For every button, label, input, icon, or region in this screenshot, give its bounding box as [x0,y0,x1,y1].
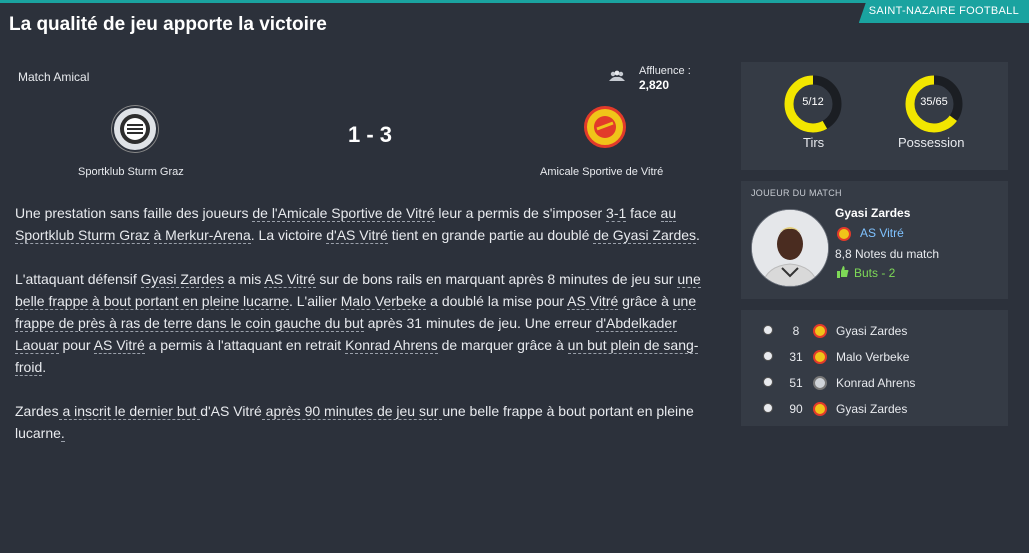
vitre-club-icon [813,402,827,416]
report-text: a doublé la mise pour [426,293,568,309]
goal-row[interactable]: 31 Malo Verbeke [741,344,1008,370]
report-link[interactable]: Konrad Ahrens [345,337,438,354]
attendance-label: Affluence : [639,65,691,77]
football-icon [763,377,773,387]
vitre-club-icon [837,227,851,241]
crowd-icon [609,70,625,81]
goals-panel: 8 Gyasi Zardes 31 Malo Verbeke 51 Konrad… [741,310,1008,426]
motm-club-link[interactable]: AS Vitré [860,226,904,240]
vitre-club-icon [813,324,827,338]
report-text: d'AS Vitré [200,403,262,419]
report-link[interactable]: AS Vitré [567,293,619,310]
report-text: . [696,227,700,243]
possession-value: 35/65 [920,96,948,108]
goal-row[interactable]: 90 Gyasi Zardes [741,396,1008,422]
report-link[interactable]: d'AS Vitré [326,227,388,244]
report-link[interactable]: après 90 minutes de jeu sur [261,403,443,420]
thumbs-up-icon [837,266,849,278]
report-text: . La victoire [250,227,327,243]
attendance-value: 2,820 [639,78,670,92]
report-paragraph: Zardes a inscrit le dernier but d'AS Vit… [15,400,715,444]
player-avatar[interactable] [751,209,829,287]
report-text: Une prestation sans faille des joueurs [15,205,253,221]
report-text: a permis à l'attaquant en retrait [144,337,346,353]
football-icon [763,351,773,361]
match-report: Une prestation sans faille des joueurs d… [15,202,715,466]
goal-row[interactable]: 51 Konrad Ahrens [741,370,1008,396]
stats-panel: 5/12 Tirs 35/65 Possession [741,62,1008,170]
report-text: de marquer grâce à [437,337,568,353]
report-text: Zardes [15,403,59,419]
report-text: pour [58,337,94,353]
report-link[interactable]: AS Vitré [264,271,316,288]
possession-label: Possession [898,135,965,150]
page-title: La qualité de jeu apporte la victoire [9,14,327,35]
report-link[interactable]: Gyasi Zardes [140,271,224,288]
club-tag[interactable]: SAINT-NAZAIRE FOOTBALL [858,0,1029,23]
goal-scorer[interactable]: Konrad Ahrens [836,376,915,390]
report-link[interactable]: AS Vitré [93,337,145,354]
goal-scorer[interactable]: Gyasi Zardes [836,324,907,338]
man-of-the-match-panel: JOUEUR DU MATCH Gyasi Zardes AS Vitré 8,… [741,181,1008,299]
vitre-club-icon [813,350,827,364]
report-text: sur de bons rails en marquant après 8 mi… [315,271,678,287]
shots-donut: 5/12 [783,74,843,134]
report-text: L'attaquant défensif [15,271,141,287]
goal-minute: 51 [789,376,803,390]
report-text: . L'ailier [288,293,341,309]
motm-goals: Buts - 2 [854,266,896,280]
motm-heading: JOUEUR DU MATCH [751,188,842,198]
match-score: 1 - 3 [348,122,393,147]
football-icon [763,403,773,413]
away-team-name[interactable]: Amicale Sportive de Vitré [540,166,663,178]
report-paragraph: L'attaquant défensif Gyasi Zardes a mis … [15,268,715,378]
goal-minute: 31 [789,350,803,364]
shots-value: 5/12 [802,96,824,108]
report-paragraph: Une prestation sans faille des joueurs d… [15,202,715,246]
report-link[interactable]: de l'Amicale Sportive de Vitré [252,205,435,222]
sturm-graz-club-icon [813,376,827,390]
report-link[interactable]: de Gyasi Zardes [593,227,697,244]
goal-scorer[interactable]: Gyasi Zardes [836,402,907,416]
goal-minute: 8 [792,324,800,338]
home-team-name[interactable]: Sportklub Sturm Graz [78,166,184,178]
vitre-crest-icon[interactable] [584,106,626,148]
goal-minute: 90 [789,402,803,416]
motm-rating: 8,8 Notes du match [835,247,940,261]
report-text [150,227,154,243]
motm-player-name[interactable]: Gyasi Zardes [835,206,910,220]
report-link[interactable]: à Merkur-Arena [153,227,251,244]
report-text: tient en grande partie au doublé [387,227,594,243]
report-text: . [42,359,47,375]
report-text: grâce à [618,293,673,309]
report-link[interactable]: . [60,425,65,442]
football-icon [763,325,773,335]
shots-label: Tirs [803,135,825,150]
report-text: a mis [223,271,265,287]
goal-scorer[interactable]: Malo Verbeke [836,350,909,364]
match-header: Match Amical Affluence : 2,820 1 - 3 Spo… [0,58,720,188]
report-link[interactable]: a inscrit le dernier but [58,403,201,420]
report-text: leur a permis de s'imposer [434,205,607,221]
report-text: après 31 minutes de jeu. Une erreur [363,315,596,331]
report-link[interactable]: 3-1 [606,205,627,222]
report-text: face [626,205,661,221]
sturm-graz-crest-icon[interactable] [112,106,158,152]
goal-row[interactable]: 8 Gyasi Zardes [741,318,1008,344]
report-link[interactable]: Malo Verbeke [340,293,427,310]
match-type: Match Amical [18,70,90,84]
possession-donut: 35/65 [904,74,964,134]
